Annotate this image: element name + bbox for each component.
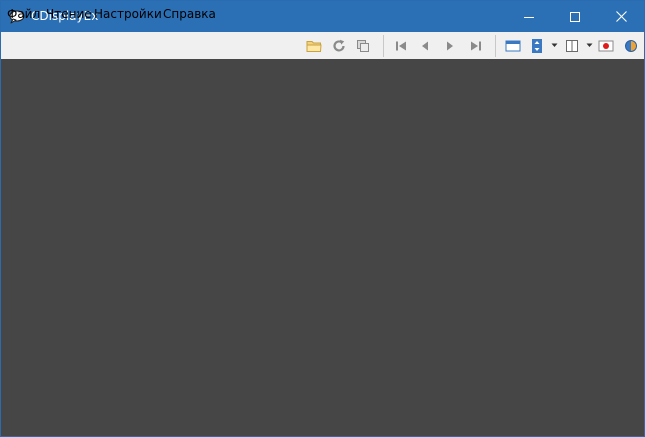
globe-icon [624,39,638,53]
open-folder-icon [306,39,322,53]
refresh-icon [332,39,346,53]
refresh-button[interactable] [330,37,348,55]
next-page-button[interactable] [441,37,459,55]
record-button[interactable] [597,37,615,55]
open-folder-button[interactable] [305,37,323,55]
chevron-down-icon[interactable] [586,42,593,48]
close-button[interactable] [598,1,644,32]
app-window: CDisplayEx Файл Чтение Настройки Справка [0,0,645,437]
fit-width-button[interactable] [504,37,522,55]
close-icon [615,11,627,22]
page-layout-icon [565,39,579,53]
first-page-icon [395,40,407,52]
toolbar-separator [383,35,384,57]
fit-width-icon [505,39,521,53]
minimize-icon [524,12,534,22]
previous-page-icon [419,40,431,52]
copy-pages-button[interactable] [354,37,372,55]
maximize-icon [570,11,580,22]
record-icon [598,39,614,53]
last-page-icon [470,40,482,52]
chevron-down-icon[interactable] [551,42,558,48]
fit-height-button[interactable] [528,37,546,55]
globe-button[interactable] [622,37,640,55]
menu-item-help[interactable]: Справка [163,7,216,21]
minimize-button[interactable] [506,1,552,32]
menu-item-settings[interactable]: Настройки [94,7,162,21]
previous-page-button[interactable] [416,37,434,55]
menu-item-reading[interactable]: Чтение [46,7,92,21]
first-page-button[interactable] [392,37,410,55]
maximize-button[interactable] [552,1,598,32]
next-page-icon [444,40,456,52]
reading-area[interactable] [1,59,644,436]
fit-height-icon [530,38,544,54]
toolbar-separator [495,35,496,57]
page-layout-button[interactable] [563,37,581,55]
last-page-button[interactable] [467,37,485,55]
menu-item-file[interactable]: Файл [7,7,40,21]
copy-pages-icon [356,39,370,53]
